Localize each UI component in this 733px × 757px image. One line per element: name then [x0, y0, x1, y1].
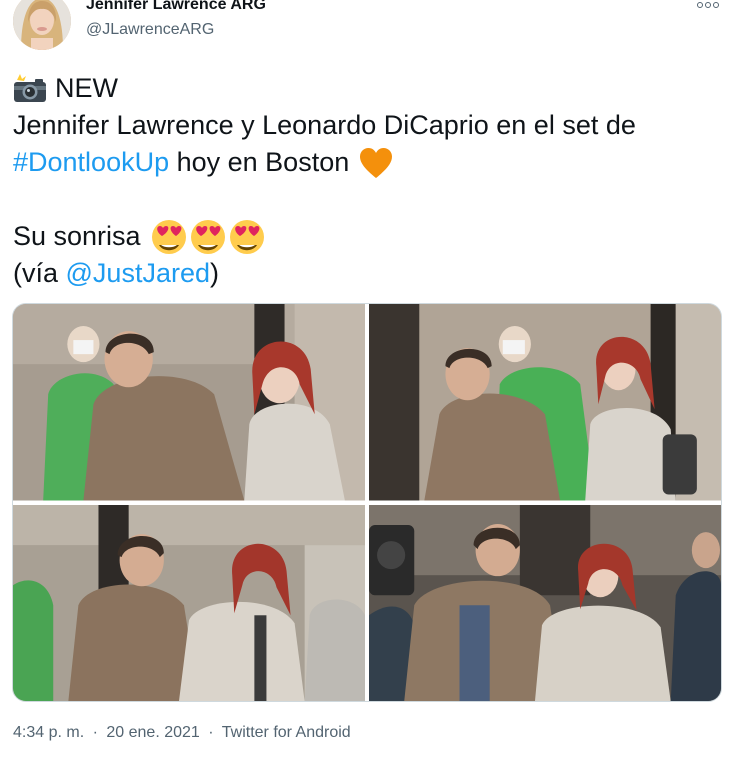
- meta-separator: ·: [92, 724, 98, 741]
- tweet-line-1: NEW: [13, 70, 713, 107]
- tweet-date[interactable]: 20 ene. 2021: [106, 724, 199, 741]
- orange-heart-icon: [359, 147, 393, 179]
- tweet-text-line4: Su sonrisa: [13, 221, 141, 251]
- more-options-icon[interactable]: [697, 0, 719, 12]
- heart-eyes-emoji-icon: [190, 219, 226, 255]
- heart-eyes-emoji-icon: [229, 219, 265, 255]
- tweet-text-line2: Jennifer Lawrence y Leonardo DiCaprio en…: [13, 110, 636, 140]
- tweet-header: Jennifer Lawrence ARG @JLawrenceARG: [0, 0, 733, 56]
- tweet-meta: 4:34 p. m. · 20 ene. 2021 · Twitter for …: [13, 724, 351, 742]
- camera-with-flash-icon: [13, 73, 47, 104]
- media-grid: [12, 303, 722, 702]
- author-handle[interactable]: @JLawrenceARG: [86, 21, 214, 39]
- tweet-line-4: Su sonrisa: [13, 218, 713, 255]
- hashtag-link[interactable]: #DontlookUp: [13, 144, 169, 181]
- via-suffix: ): [209, 258, 219, 288]
- tweet-time[interactable]: 4:34 p. m.: [13, 724, 84, 741]
- avatar-image: [13, 0, 71, 50]
- tweet-line-3: #DontlookUp hoy en Boston: [13, 144, 713, 181]
- tweet-text-line3: hoy en Boston: [169, 147, 350, 177]
- photo-2[interactable]: [369, 304, 721, 501]
- tweet-line-5: (vía @JustJared ): [13, 255, 713, 292]
- via-prefix: (vía: [13, 258, 66, 288]
- mention-link[interactable]: @JustJared: [66, 255, 210, 292]
- photo-4[interactable]: [369, 504, 721, 701]
- meta-separator: ·: [208, 724, 214, 741]
- tweet-line-2: Jennifer Lawrence y Leonardo DiCaprio en…: [13, 107, 713, 144]
- tweet-text: NEW Jennifer Lawrence y Leonardo DiCapri…: [13, 70, 713, 292]
- heart-eyes-emoji-icon: [151, 219, 187, 255]
- photo-1[interactable]: [13, 304, 365, 501]
- tweet-text-new: NEW: [55, 73, 118, 103]
- display-name[interactable]: Jennifer Lawrence ARG: [86, 0, 266, 14]
- tweet-source: Twitter for Android: [221, 724, 351, 741]
- photo-3[interactable]: [13, 504, 365, 701]
- avatar[interactable]: [13, 0, 71, 50]
